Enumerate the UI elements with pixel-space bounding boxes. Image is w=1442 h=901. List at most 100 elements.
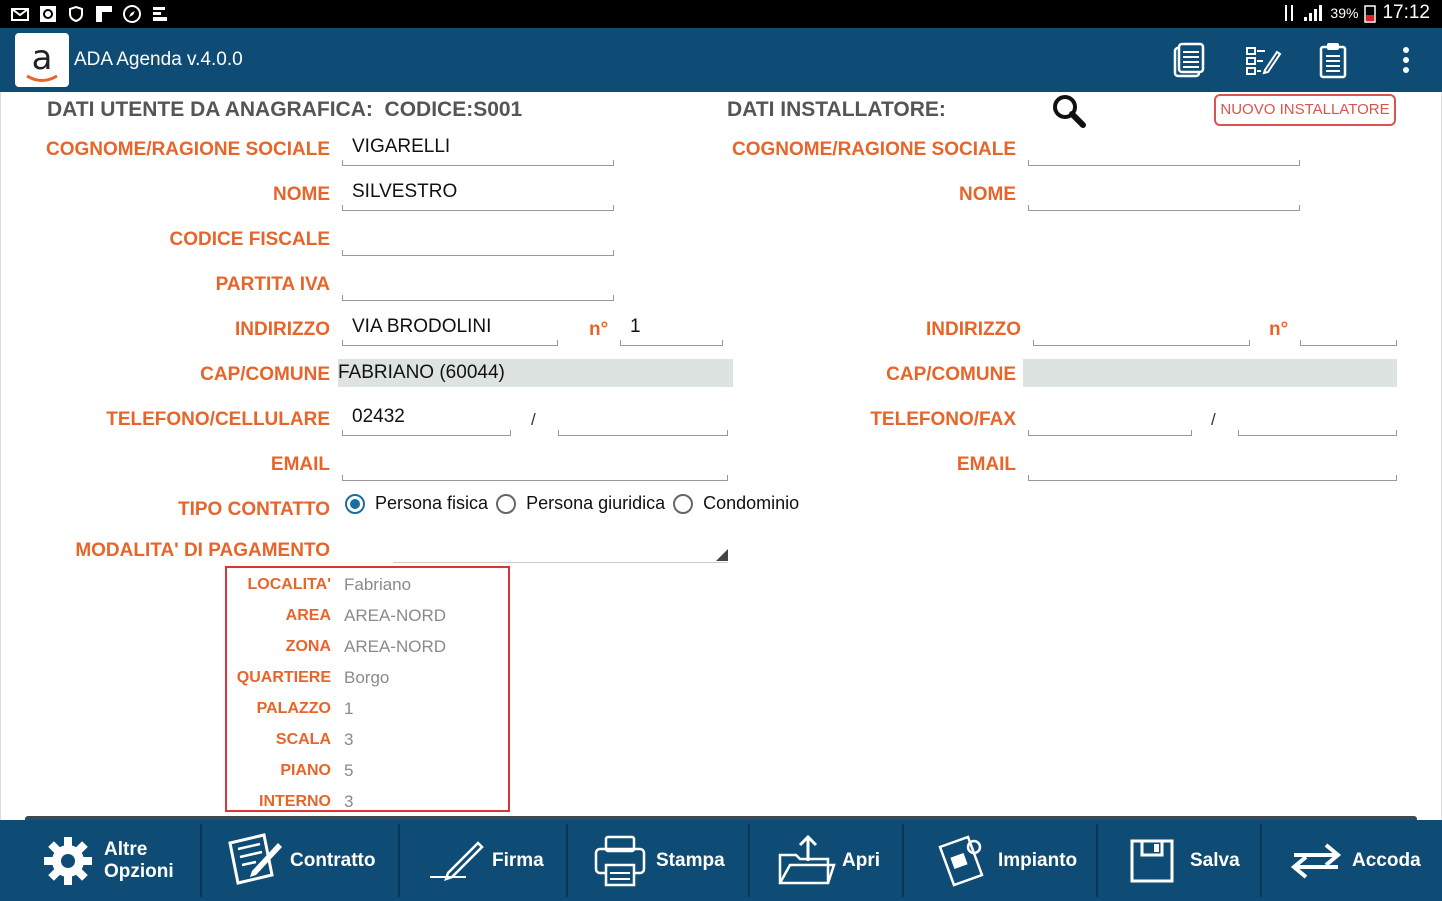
user-code: CODICE:S001	[384, 98, 523, 121]
quartiere-value: Borgo	[344, 668, 390, 687]
accoda-label: Accoda	[1352, 849, 1421, 871]
shield-icon	[69, 5, 83, 23]
system-document-icon	[938, 834, 984, 887]
apri-label: Apri	[842, 849, 880, 871]
user-telefono-field[interactable]: 02432	[342, 404, 511, 436]
swap-arrows-icon	[1290, 842, 1342, 879]
zona-value: AREA-NORD	[344, 637, 447, 656]
installer-phone-separator: /	[1211, 410, 1216, 429]
partita-iva-field[interactable]	[342, 269, 614, 301]
scala-label: SCALA	[275, 731, 331, 748]
new-installer-button[interactable]: NUOVO INSTALLATORE	[1214, 94, 1396, 126]
floppy-disk-icon	[1130, 839, 1174, 882]
installer-cap-comune-label: CAP/COMUNE	[886, 364, 1016, 385]
installer-telefono-label: TELEFONO/FAX	[870, 409, 1016, 430]
codice-fiscale-field[interactable]	[342, 224, 614, 256]
radio-persona-giuridica[interactable]	[496, 493, 517, 514]
palazzo-label: PALAZZO	[256, 700, 331, 717]
radio-condominio-label[interactable]: Condominio	[703, 493, 799, 514]
status-bar: 39% 17:12	[0, 0, 1442, 28]
area-label: AREA	[285, 607, 331, 624]
firma-label: Firma	[492, 849, 544, 871]
installer-email-label: EMAIL	[956, 454, 1016, 475]
apri-button[interactable]: Apri	[776, 820, 880, 901]
installer-indirizzo-field[interactable]	[1033, 314, 1250, 346]
quartiere-label: QUARTIERE	[236, 669, 331, 686]
installer-cap-comune-field[interactable]	[1023, 359, 1397, 387]
clock: 17:12	[1382, 2, 1430, 23]
contract-icon	[228, 832, 282, 885]
area-value: AREA-NORD	[344, 606, 447, 625]
search-icon[interactable]	[1049, 92, 1089, 132]
phone-separator: /	[531, 410, 536, 429]
localita-value: Fabriano	[344, 575, 412, 594]
installer-section-header: DATI INSTALLATORE:	[727, 98, 946, 121]
mail-icon	[11, 8, 29, 21]
location-details-box: LOCALITA' Fabriano AREA AREA-NORD ZONA A…	[225, 566, 510, 812]
installer-nome-field[interactable]	[1028, 179, 1300, 211]
scala-value: 3	[344, 730, 354, 749]
overflow-menu-icon[interactable]	[1386, 40, 1426, 80]
open-folder-icon	[778, 834, 836, 884]
user-indirizzo-field[interactable]: VIA BRODOLINI	[342, 314, 558, 346]
user-nome-field[interactable]: SILVESTRO	[342, 179, 614, 211]
salva-label: Salva	[1190, 849, 1240, 871]
user-nome-label: NOME	[273, 184, 330, 205]
user-cap-comune-field[interactable]: FABRIANO (60044)	[338, 359, 733, 387]
contratto-button[interactable]: Contratto	[224, 820, 375, 901]
palazzo-value: 1	[344, 699, 354, 718]
compass-icon	[123, 5, 141, 23]
tipo-contatto-label: TIPO CONTATTO	[178, 499, 330, 520]
battery-icon	[1364, 5, 1377, 23]
user-cap-comune-label: CAP/COMUNE	[200, 364, 330, 385]
printer-icon	[594, 835, 646, 886]
app-logo: a	[15, 33, 69, 87]
radio-persona-fisica[interactable]	[345, 493, 365, 514]
codice-fiscale-label: CODICE FISCALE	[169, 229, 330, 250]
altre-opzioni-label-2: Opzioni	[104, 860, 174, 882]
installer-numero-field[interactable]	[1300, 314, 1397, 346]
radio-persona-fisica-label[interactable]: Persona fisica	[375, 493, 488, 514]
installer-fax-field[interactable]	[1238, 404, 1397, 436]
signal-icon	[1304, 5, 1323, 21]
interno-label: INTERNO	[259, 793, 331, 810]
radio-persona-giuridica-label[interactable]: Persona giuridica	[526, 493, 665, 514]
user-cellulare-field[interactable]	[558, 404, 728, 436]
altre-opzioni-button[interactable]: Altre Opzioni	[38, 820, 174, 901]
zona-label: ZONA	[285, 638, 331, 655]
stampa-button[interactable]: Stampa	[590, 820, 725, 901]
modalita-pagamento-dropdown[interactable]	[393, 535, 728, 563]
user-numero-field[interactable]: 1	[620, 314, 723, 346]
installer-email-field[interactable]	[1028, 449, 1397, 481]
installer-numero-label: n°	[1269, 319, 1289, 340]
firma-button[interactable]: Firma	[426, 820, 544, 901]
installer-telefono-field[interactable]	[1028, 404, 1192, 436]
flipboard-icon	[96, 6, 112, 22]
installer-cognome-field[interactable]	[1028, 134, 1300, 166]
app-bar: a ADA Agenda v.4.0.0	[0, 28, 1442, 92]
user-cognome-label: COGNOME/RAGIONE SOCIALE	[46, 139, 330, 160]
user-numero-label: n°	[589, 319, 609, 340]
installer-nome-label: NOME	[959, 184, 1016, 205]
accoda-button[interactable]: Accoda	[1286, 820, 1421, 901]
user-telefono-label: TELEFONO/CELLULARE	[106, 409, 330, 430]
interno-value: 3	[344, 792, 354, 811]
stampa-label: Stampa	[656, 849, 725, 871]
user-email-label: EMAIL	[270, 454, 330, 475]
modalita-pagamento-label: MODALITA' DI PAGAMENTO	[75, 540, 330, 561]
main-content: DATI UTENTE DA ANAGRAFICA: CODICE:S001 D…	[0, 92, 1442, 820]
clipboard-icon[interactable]	[1313, 40, 1353, 80]
gear-icon	[44, 836, 92, 885]
document-list-icon[interactable]	[1169, 40, 1209, 80]
altre-opzioni-label-1: Altre	[104, 838, 148, 860]
impianto-label: Impianto	[998, 849, 1078, 871]
salva-button[interactable]: Salva	[1124, 820, 1240, 901]
radio-condominio[interactable]	[673, 493, 694, 514]
contratto-label: Contratto	[290, 849, 376, 871]
impianto-button[interactable]: Impianto	[932, 820, 1077, 901]
edit-list-icon[interactable]	[1243, 40, 1283, 80]
installer-indirizzo-label: INDIRIZZO	[926, 319, 1021, 340]
user-indirizzo-label: INDIRIZZO	[235, 319, 330, 340]
user-cognome-field[interactable]: VIGARELLI	[342, 134, 614, 166]
user-email-field[interactable]	[342, 449, 728, 481]
